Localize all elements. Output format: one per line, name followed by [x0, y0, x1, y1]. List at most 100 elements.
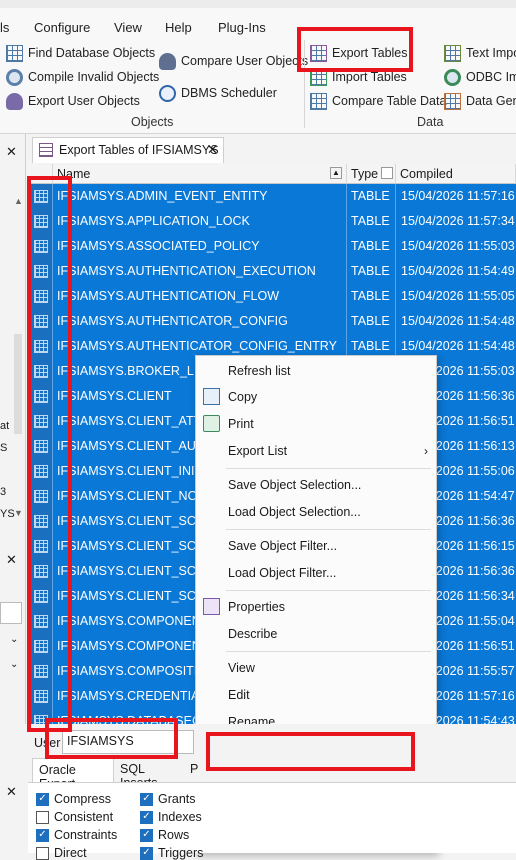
table-row[interactable]: IFSIAMSYS.ADMIN_EVENT_ENTITY TABLE 15/04/2… — [28, 184, 516, 209]
data-group-label: Data — [417, 115, 444, 129]
highlight-drop-item — [206, 732, 415, 771]
option-label: Grants — [158, 792, 196, 806]
menu-item-print[interactable]: Print — [196, 411, 436, 437]
option-direct-checkbox[interactable]: Direct — [36, 846, 87, 860]
menu-item-label: Load Object Selection... — [228, 505, 361, 519]
checkbox-icon: ✓ — [140, 828, 153, 842]
menu-item-export-list[interactable]: Export List › — [196, 438, 436, 464]
export-tables-doc-tab[interactable]: Export Tables of IFSIAMSYS ✕ — [32, 137, 224, 163]
bottom-close-icon[interactable]: ✕ — [6, 784, 17, 800]
menu-item-label: Refresh list — [228, 364, 291, 378]
menu-item-save-object-selection[interactable]: Save Object Selection... — [196, 472, 436, 498]
doc-tab-close-icon[interactable]: ✕ — [207, 142, 218, 158]
column-header-name[interactable]: Name ▲ — [53, 164, 347, 184]
scheduler-clock-icon — [159, 84, 176, 102]
menu-item-label: Copy — [228, 390, 258, 404]
odbc-import-icon — [444, 68, 461, 86]
menu-item-load-object-selection[interactable]: Load Object Selection... — [196, 499, 436, 525]
export-user-icon — [6, 92, 23, 110]
tab-configure[interactable]: Configure — [34, 20, 90, 35]
tab-plug-ins[interactable]: Plug-Ins — [218, 20, 266, 35]
import-tables-label: Import Tables — [332, 70, 407, 84]
menu-item-label: Properties — [228, 600, 285, 614]
scroll-down-arrow-icon[interactable]: ▼ — [14, 508, 23, 518]
menu-item-label: View — [228, 661, 255, 675]
menu-item-edit[interactable]: Edit — [196, 682, 436, 708]
export-user-objects-label: Export User Objects — [28, 94, 140, 108]
cell-compiled: 15/04/2026 11:54:49 — [401, 264, 515, 278]
option-constraints-checkbox[interactable]: ✓ Constraints — [36, 828, 117, 842]
left-panel-scrollbar[interactable] — [14, 334, 22, 434]
menu-item-view[interactable]: View — [196, 655, 436, 681]
compare-table-icon — [310, 92, 327, 110]
highlight-export-tables — [297, 27, 413, 72]
tab-oracle-export[interactable]: Oracle Export — [32, 758, 114, 791]
tab-sql-inserts[interactable]: SQL Inserts — [114, 758, 186, 790]
text-import-label: Text Impo — [466, 46, 516, 60]
menu-item-refresh-list[interactable]: Refresh list — [196, 358, 436, 384]
table-row[interactable]: IFSIAMSYS.AUTHENTICATOR_CONFIG TABLE 15/04… — [28, 309, 516, 334]
menu-item-label: Export List — [228, 444, 288, 458]
tab-partial[interactable]: P — [186, 758, 198, 782]
data-generator-icon — [444, 92, 461, 110]
tab-view[interactable]: View — [114, 20, 142, 35]
option-label: Direct — [54, 846, 87, 860]
option-label: Triggers — [158, 846, 204, 860]
menu-item-properties[interactable]: Properties — [196, 594, 436, 620]
checkbox-icon: ✓ — [36, 792, 49, 806]
export-user-objects-button[interactable]: Export User Objects — [6, 90, 140, 112]
table-row[interactable]: IFSIAMSYS.AUTHENTICATION_FLOW TABLE 15/04/… — [28, 284, 516, 309]
option-grants-checkbox[interactable]: ✓ Grants — [140, 792, 196, 806]
menu-item-save-object-filter[interactable]: Save Object Filter... — [196, 533, 436, 559]
second-panel-close-icon[interactable]: ✕ — [6, 552, 17, 568]
tab-help[interactable]: Help — [165, 20, 192, 35]
menu-item-load-object-filter[interactable]: Load Object Filter... — [196, 560, 436, 586]
sort-ascending-icon[interactable]: ▲ — [330, 167, 342, 179]
menu-separator — [226, 651, 431, 652]
compile-invalid-objects-button[interactable]: Compile Invalid Objects — [6, 66, 159, 88]
option-compress-checkbox[interactable]: ✓ Compress — [36, 792, 111, 806]
menu-item-copy[interactable]: Copy — [196, 384, 436, 410]
column-header-compiled[interactable]: Compiled — [396, 164, 516, 184]
filter-box-icon[interactable] — [381, 167, 393, 179]
cell-compiled: 15/04/2026 11:55:05 — [401, 289, 515, 303]
find-database-objects-label: Find Database Objects — [28, 46, 156, 60]
checkbox-icon: ✓ — [140, 810, 153, 824]
left-dropdown-chevron-icon-2[interactable]: ⌄ — [10, 659, 18, 670]
compare-table-data-button[interactable]: Compare Table Data — [310, 90, 446, 112]
text-import-button[interactable]: Text Impo — [444, 42, 516, 64]
checkbox-icon: ✓ — [36, 828, 49, 842]
compare-users-icon — [159, 52, 176, 70]
compare-user-objects-button[interactable]: Compare User Objects — [159, 50, 308, 72]
copy-icon — [203, 388, 220, 405]
left-panel-close-icon[interactable]: ✕ — [6, 144, 17, 160]
menu-item-label: Describe — [228, 627, 278, 641]
table-row[interactable]: IFSIAMSYS.AUTHENTICATION_EXECUTION TABLE 1… — [28, 259, 516, 284]
left-fragment-3: 3 — [0, 486, 7, 498]
submenu-arrow-icon: › — [424, 444, 428, 458]
tab-tools[interactable]: ls — [0, 20, 9, 35]
find-database-objects-button[interactable]: Find Database Objects — [6, 42, 155, 64]
menu-separator — [226, 590, 431, 591]
cell-compiled: 15/04/2026 11:55:03 — [401, 239, 515, 253]
left-fragment-2: S — [0, 442, 8, 454]
left-input-box[interactable] — [0, 602, 22, 624]
left-dropdown-chevron-icon[interactable]: ⌄ — [10, 634, 18, 645]
option-label: Rows — [158, 828, 190, 842]
option-label: Constraints — [54, 828, 118, 842]
option-rows-checkbox[interactable]: ✓ Rows — [140, 828, 189, 842]
checkbox-icon: ✓ — [140, 846, 153, 860]
odbc-import-button[interactable]: ODBC Im — [444, 66, 516, 88]
column-header-type[interactable]: Type — [347, 164, 396, 184]
option-indexes-checkbox[interactable]: ✓ Indexes — [140, 810, 202, 824]
table-row[interactable]: IFSIAMSYS.ASSOCIATED_POLICY TABLE 15/04/20… — [28, 234, 516, 259]
find-objects-icon — [6, 44, 23, 62]
data-generator-button[interactable]: Data Gen — [444, 90, 516, 112]
table-row[interactable]: IFSIAMSYS.APPLICATION_LOCK TABLE 15/04/202… — [28, 209, 516, 234]
dbms-scheduler-button[interactable]: DBMS Scheduler — [159, 82, 277, 104]
option-consistent-checkbox[interactable]: Consistent — [36, 810, 113, 824]
option-triggers-checkbox[interactable]: ✓ Triggers — [140, 846, 203, 860]
scroll-up-arrow-icon[interactable]: ▲ — [14, 196, 23, 206]
cell-type: TABLE — [347, 184, 396, 209]
menu-item-describe[interactable]: Describe — [196, 621, 436, 647]
